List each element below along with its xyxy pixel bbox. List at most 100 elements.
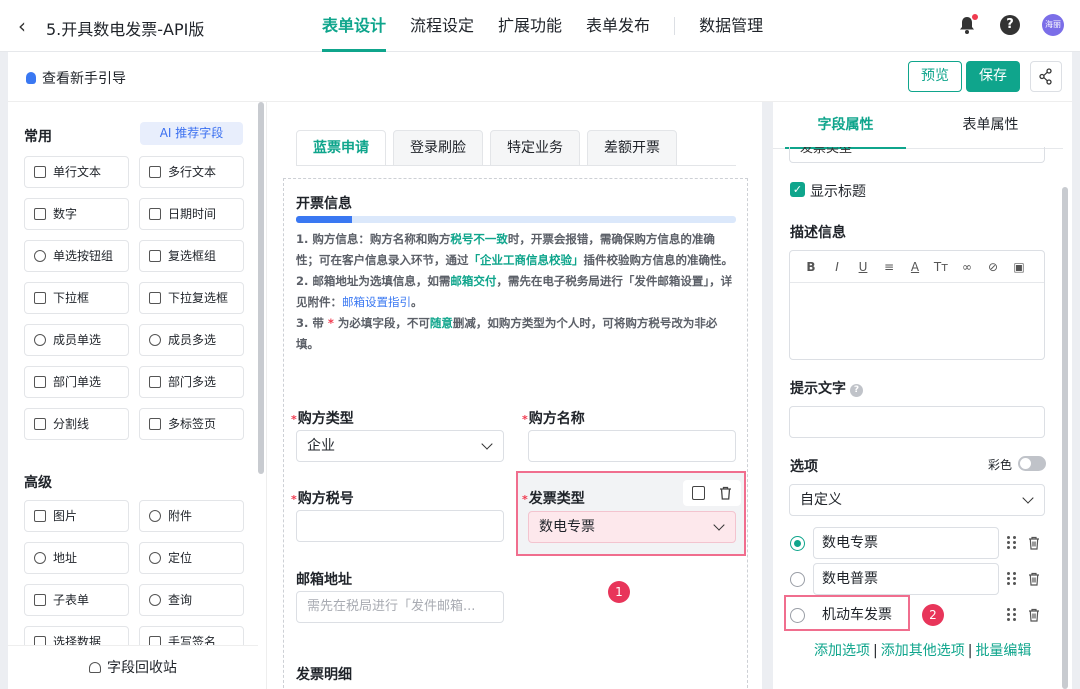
copy-icon[interactable]: [692, 486, 705, 500]
email-input[interactable]: 需先在税局进行「发件邮箱...: [296, 591, 504, 623]
field-number[interactable]: 数字: [24, 198, 129, 230]
image-icon[interactable]: ▣: [1006, 251, 1032, 282]
field-radio-group[interactable]: 单选按钮组: [24, 240, 129, 272]
batch-edit-link[interactable]: 批量编辑: [975, 643, 1031, 659]
tab-special-business[interactable]: 特定业务: [490, 130, 580, 166]
field-multi-tab[interactable]: 多标签页: [139, 408, 244, 440]
tab-form-publish[interactable]: 表单发布: [586, 0, 650, 52]
info-text-span: 2. 邮箱地址为选填信息，如需: [296, 274, 451, 288]
field-title-input[interactable]: 发票类型: [789, 147, 1045, 163]
guide-link[interactable]: 查看新手引导: [26, 68, 126, 88]
back-icon[interactable]: ‹: [18, 14, 26, 38]
align-icon[interactable]: ≡: [876, 251, 902, 282]
field-image[interactable]: 图片: [24, 500, 129, 532]
delete-option-icon[interactable]: [1028, 572, 1040, 586]
chevron-down-icon: [713, 519, 725, 531]
link-icon[interactable]: ∞: [954, 251, 980, 282]
delete-option-icon[interactable]: [1028, 608, 1040, 622]
hint-input[interactable]: [789, 406, 1045, 438]
tab-flow-settings[interactable]: 流程设定: [410, 0, 474, 52]
question-icon[interactable]: ?: [850, 384, 863, 397]
recycle-icon: [89, 662, 101, 673]
field-single-text[interactable]: 单行文本: [24, 156, 129, 188]
field-location[interactable]: 定位: [139, 542, 244, 574]
field-member-single[interactable]: 成员单选: [24, 324, 129, 356]
option-radio-2[interactable]: [790, 572, 805, 587]
field-label: 日期时间: [168, 207, 217, 221]
color-toggle[interactable]: [1018, 456, 1046, 471]
tab-data-management[interactable]: 数据管理: [699, 0, 763, 52]
link-separator: |: [873, 643, 878, 659]
departments-icon: [149, 376, 161, 388]
tab-form-design[interactable]: 表单设计: [322, 0, 387, 52]
field-member-multi[interactable]: 成员多选: [139, 324, 244, 356]
tab-face-login[interactable]: 登录刷脸: [393, 130, 483, 166]
required-mark: *: [291, 493, 297, 506]
option-input-1[interactable]: 数电专票: [813, 527, 999, 559]
tab-field-properties[interactable]: 字段属性: [773, 102, 918, 149]
tab-blue-invoice[interactable]: 蓝票申请: [296, 130, 386, 166]
email-label: 邮箱地址: [296, 572, 352, 588]
field-datetime[interactable]: 日期时间: [139, 198, 244, 230]
field-dept-single[interactable]: 部门单选: [24, 366, 129, 398]
show-title-checkbox[interactable]: ✓: [790, 182, 805, 197]
info-text-span: 插件校验购方信息的准确性。: [583, 253, 734, 267]
field-subform[interactable]: 子表单: [24, 584, 129, 616]
ai-recommend-button[interactable]: AI 推荐字段: [140, 122, 243, 145]
email-guide-link[interactable]: 邮箱设置指引: [342, 295, 411, 309]
label-text: 发票类型: [528, 491, 585, 507]
field-divider[interactable]: 分割线: [24, 408, 129, 440]
properties-panel: 字段属性 表单属性 发票类型 ✓ 显示标题 描述信息 B I U ≡ A Tт …: [773, 102, 1072, 689]
invoice-type-select[interactable]: 数电专票: [528, 511, 736, 543]
option-source-select[interactable]: 自定义: [789, 484, 1045, 516]
save-button[interactable]: 保存: [966, 61, 1020, 92]
tab-extensions[interactable]: 扩展功能: [498, 0, 562, 52]
hint-label-text: 提示文字: [790, 381, 846, 397]
field-multi-text[interactable]: 多行文本: [139, 156, 244, 188]
font-color-icon[interactable]: A: [902, 251, 928, 282]
drag-handle-icon[interactable]: [1007, 536, 1017, 550]
help-icon[interactable]: ?: [1000, 15, 1020, 35]
preview-button[interactable]: 预览: [908, 61, 962, 92]
trash-icon[interactable]: [719, 486, 732, 500]
option-radio-1[interactable]: [790, 536, 805, 551]
user-icon: [34, 334, 46, 346]
field-dept-multi[interactable]: 部门多选: [139, 366, 244, 398]
field-attachment[interactable]: 附件: [139, 500, 244, 532]
bold-icon[interactable]: B: [798, 251, 824, 282]
top-icons: ? 海丽: [956, 14, 1064, 36]
field-label: 定位: [168, 551, 193, 565]
field-dropdown[interactable]: 下拉框: [24, 282, 129, 314]
buyer-tax-input[interactable]: [296, 510, 504, 542]
tab-difference-invoice[interactable]: 差额开票: [587, 130, 677, 166]
field-checkbox-group[interactable]: 复选框组: [139, 240, 244, 272]
option-input-2[interactable]: 数电普票: [813, 563, 999, 595]
add-other-option-link[interactable]: 添加其他选项: [881, 643, 965, 659]
info-asterisk: *: [323, 316, 338, 330]
drag-handle-icon[interactable]: [1007, 608, 1017, 622]
avatar[interactable]: 海丽: [1042, 14, 1064, 36]
text-icon: [34, 166, 46, 178]
field-label: 查询: [168, 593, 193, 607]
buyer-name-input[interactable]: [528, 430, 736, 462]
unlink-icon[interactable]: ⊘: [980, 251, 1006, 282]
drag-handle-icon[interactable]: [1007, 572, 1017, 586]
add-option-link[interactable]: 添加选项: [814, 643, 870, 659]
font-size-icon[interactable]: Tт: [928, 251, 954, 282]
field-query[interactable]: 查询: [139, 584, 244, 616]
share-button[interactable]: [1030, 61, 1062, 92]
italic-icon[interactable]: I: [824, 251, 850, 282]
field-address[interactable]: 地址: [24, 542, 129, 574]
tab-form-properties[interactable]: 表单属性: [918, 102, 1063, 149]
right-scrollbar[interactable]: [1062, 187, 1068, 689]
divider-icon: [34, 418, 46, 430]
bell-icon[interactable]: [956, 14, 978, 36]
delete-option-icon[interactable]: [1028, 536, 1040, 550]
description-editor[interactable]: B I U ≡ A Tт ∞ ⊘ ▣: [789, 250, 1045, 360]
recycle-bin-button[interactable]: 字段回收站: [8, 645, 258, 689]
field-multi-dropdown[interactable]: 下拉复选框: [139, 282, 244, 314]
checkbox-icon: [149, 250, 161, 262]
buyer-type-select[interactable]: 企业: [296, 430, 504, 462]
underline-icon[interactable]: U: [850, 251, 876, 282]
left-scrollbar[interactable]: [258, 102, 264, 474]
